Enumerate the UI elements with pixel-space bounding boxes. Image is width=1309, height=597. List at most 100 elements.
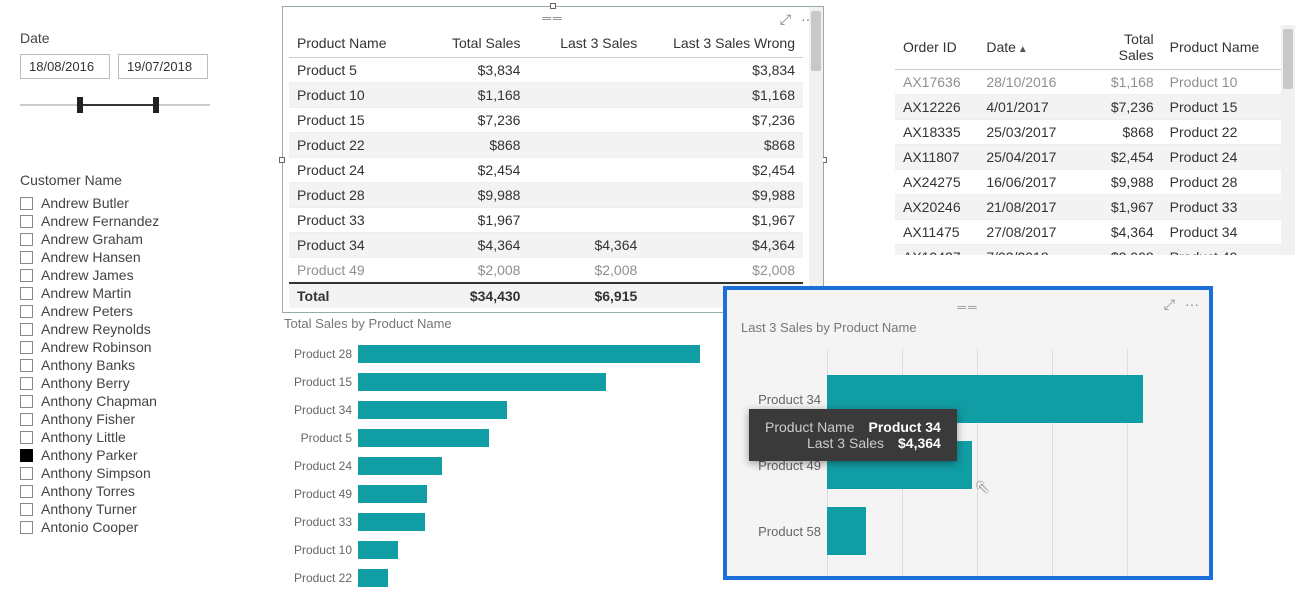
chart-bar-row[interactable]: Product 22: [280, 569, 700, 587]
chart-bar-row[interactable]: Product 49: [280, 485, 700, 503]
customer-slicer-item[interactable]: Anthony Parker: [20, 446, 235, 464]
table-row[interactable]: AX2427516/06/2017$9,988Product 28: [895, 170, 1295, 195]
table-row[interactable]: AX1763628/10/2016$1,168Product 10: [895, 70, 1295, 95]
customer-name-label: Andrew Hansen: [41, 249, 141, 265]
date-to-input[interactable]: 19/07/2018: [118, 54, 208, 79]
table-row[interactable]: AX1833525/03/2017$868Product 22: [895, 120, 1295, 145]
checkbox-icon[interactable]: [20, 521, 33, 534]
chart-bar-row[interactable]: Product 5: [280, 429, 700, 447]
checkbox-icon[interactable]: [20, 287, 33, 300]
checkbox-icon[interactable]: [20, 395, 33, 408]
checkbox-icon[interactable]: [20, 485, 33, 498]
checkbox-icon[interactable]: [20, 215, 33, 228]
table-row[interactable]: Product 28$9,988$9,988: [289, 183, 803, 208]
bar-rect[interactable]: [358, 345, 700, 363]
customer-slicer-item[interactable]: Andrew Robinson: [20, 338, 235, 356]
bar-rect[interactable]: [358, 429, 489, 447]
bar-rect[interactable]: [358, 513, 425, 531]
checkbox-icon[interactable]: [20, 359, 33, 372]
table-row[interactable]: Product 22$868$868: [289, 133, 803, 158]
bar-rect[interactable]: [358, 373, 606, 391]
checkbox-icon[interactable]: [20, 233, 33, 246]
bar-rect[interactable]: [358, 569, 388, 587]
checkbox-icon[interactable]: [20, 269, 33, 282]
date-from-input[interactable]: 18/08/2016: [20, 54, 110, 79]
table-row[interactable]: Product 5$3,834$3,834: [289, 58, 803, 83]
customer-slicer-item[interactable]: Andrew Fernandez: [20, 212, 235, 230]
chart-bar-row[interactable]: Product 58: [737, 513, 1199, 549]
table-scrollbar[interactable]: [809, 7, 823, 312]
customer-slicer-item[interactable]: Anthony Simpson: [20, 464, 235, 482]
bar-rect[interactable]: [358, 401, 507, 419]
customer-slicer-item[interactable]: Anthony Chapman: [20, 392, 235, 410]
table-row[interactable]: Product 24$2,454$2,454: [289, 158, 803, 183]
drag-handle-icon[interactable]: ══: [737, 296, 1199, 314]
table-row[interactable]: Product 33$1,967$1,967: [289, 208, 803, 233]
col-total-sales-2[interactable]: Total Sales: [1078, 25, 1161, 70]
customer-slicer-item[interactable]: Andrew Martin: [20, 284, 235, 302]
order-detail-table-visual[interactable]: Order ID Date▲ Total Sales Product Name …: [895, 25, 1295, 255]
customer-slicer-item[interactable]: Andrew Peters: [20, 302, 235, 320]
table-row[interactable]: AX1147527/08/2017$4,364Product 34: [895, 220, 1295, 245]
customer-name-label: Anthony Parker: [41, 447, 138, 463]
checkbox-icon[interactable]: [20, 341, 33, 354]
col-product-name[interactable]: Product Name: [289, 29, 418, 58]
customer-slicer-item[interactable]: Anthony Torres: [20, 482, 235, 500]
checkbox-icon[interactable]: [20, 197, 33, 210]
bar-rect[interactable]: [358, 457, 442, 475]
chart-bar-row[interactable]: Product 15: [280, 373, 700, 391]
table-row[interactable]: Product 10$1,168$1,168: [289, 83, 803, 108]
customer-slicer-item[interactable]: Andrew Butler: [20, 194, 235, 212]
chart-bar-row[interactable]: Product 34: [280, 401, 700, 419]
more-options-icon[interactable]: ···: [1185, 296, 1199, 313]
col-last3-wrong[interactable]: Last 3 Sales Wrong: [645, 29, 803, 58]
bar-rect[interactable]: [358, 485, 427, 503]
col-last3-sales[interactable]: Last 3 Sales: [528, 29, 645, 58]
customer-slicer-item[interactable]: Anthony Turner: [20, 500, 235, 518]
slider-handle-start[interactable]: [77, 97, 83, 113]
checkbox-icon[interactable]: [20, 413, 33, 426]
bar-rect[interactable]: [358, 541, 398, 559]
last3-sales-bar-chart[interactable]: ══ ⤢ ··· Last 3 Sales by Product Name Pr…: [723, 286, 1213, 580]
chart-bar-row[interactable]: Product 33: [280, 513, 700, 531]
chart-bar-row[interactable]: Product 28: [280, 345, 700, 363]
checkbox-icon[interactable]: [20, 467, 33, 480]
customer-slicer-item[interactable]: Anthony Fisher: [20, 410, 235, 428]
table-row[interactable]: AX122264/01/2017$7,236Product 15: [895, 95, 1295, 120]
checkbox-icon[interactable]: [20, 449, 33, 462]
bar-rect[interactable]: [827, 507, 866, 555]
chart-bar-row[interactable]: Product 24: [280, 457, 700, 475]
checkbox-icon[interactable]: [20, 377, 33, 390]
customer-slicer-item[interactable]: Anthony Berry: [20, 374, 235, 392]
table2-scrollbar[interactable]: [1281, 25, 1295, 255]
customer-slicer-item[interactable]: Andrew James: [20, 266, 235, 284]
focus-mode-icon[interactable]: ⤢: [1164, 296, 1175, 313]
checkbox-icon[interactable]: [20, 323, 33, 336]
customer-slicer-item[interactable]: Anthony Banks: [20, 356, 235, 374]
customer-slicer-item[interactable]: Andrew Reynolds: [20, 320, 235, 338]
customer-slicer-item[interactable]: Antonio Cooper: [20, 518, 235, 536]
table-row[interactable]: AX1180725/04/2017$2,454Product 24: [895, 145, 1295, 170]
checkbox-icon[interactable]: [20, 431, 33, 444]
total-sales-bar-chart[interactable]: Total Sales by Product Name Product 28Pr…: [280, 310, 700, 597]
product-summary-table-visual[interactable]: ══ ⤢ ··· Product Name Total Sales Last 3…: [282, 6, 824, 313]
checkbox-icon[interactable]: [20, 503, 33, 516]
slider-handle-end[interactable]: [153, 97, 159, 113]
col-order-id[interactable]: Order ID: [895, 25, 978, 70]
col-product-name-2[interactable]: Product Name: [1162, 25, 1295, 70]
table-row[interactable]: Product 34$4,364$4,364$4,364: [289, 233, 803, 258]
customer-slicer-item[interactable]: Andrew Graham: [20, 230, 235, 248]
customer-slicer-item[interactable]: Anthony Little: [20, 428, 235, 446]
checkbox-icon[interactable]: [20, 305, 33, 318]
table-row[interactable]: Product 49$2,008$2,008$2,008: [289, 258, 803, 284]
table-row[interactable]: Product 15$7,236$7,236: [289, 108, 803, 133]
chart-bar-row[interactable]: Product 10: [280, 541, 700, 559]
customer-slicer-item[interactable]: Andrew Hansen: [20, 248, 235, 266]
table-row[interactable]: AX2024621/08/2017$1,967Product 33: [895, 195, 1295, 220]
table-row[interactable]: AX194277/03/2018$2,008Product 49: [895, 245, 1295, 256]
col-total-sales[interactable]: Total Sales: [418, 29, 529, 58]
col-date[interactable]: Date▲: [978, 25, 1078, 70]
customer-slicer-list[interactable]: Andrew ButlerAndrew FernandezAndrew Grah…: [20, 194, 235, 536]
checkbox-icon[interactable]: [20, 251, 33, 264]
date-range-slider[interactable]: [20, 93, 210, 117]
